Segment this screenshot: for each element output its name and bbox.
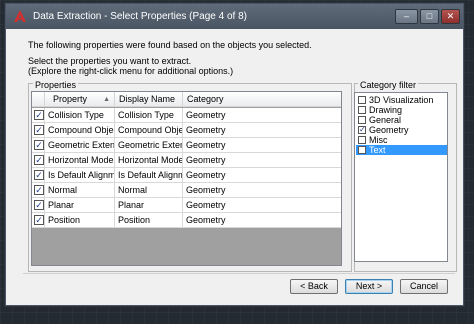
cell-property: Compound Objec...: [45, 123, 115, 138]
autocad-logo-icon: [14, 10, 26, 22]
table-header: Property ▲ Display Name Category: [32, 92, 341, 107]
properties-group-label: Properties: [33, 80, 79, 90]
cell-category: Geometry: [183, 123, 341, 138]
cell-category: Geometry: [183, 213, 341, 228]
cell-category: Geometry: [183, 108, 341, 123]
row-checkbox[interactable]: ✓: [34, 200, 44, 210]
header-checkbox-column: [32, 92, 45, 107]
category-item[interactable]: Misc: [356, 135, 447, 145]
category-checkbox[interactable]: [358, 136, 366, 144]
table-row[interactable]: ✓ Normal Normal Geometry: [32, 183, 341, 198]
sort-ascending-icon: ▲: [103, 96, 110, 103]
row-checkbox[interactable]: ✓: [34, 140, 44, 150]
back-button[interactable]: < Back: [290, 279, 338, 294]
divider: [23, 273, 455, 274]
hint-text: (Explore the right-click menu for additi…: [28, 66, 234, 76]
row-checkbox[interactable]: ✓: [34, 215, 44, 225]
maximize-button[interactable]: □: [420, 9, 439, 24]
row-checkbox[interactable]: ✓: [34, 185, 44, 195]
minimize-button[interactable]: –: [395, 9, 418, 24]
category-item[interactable]: General: [356, 115, 447, 125]
instruction-text: Select the properties you want to extrac…: [28, 56, 192, 66]
cell-category: Geometry: [183, 183, 341, 198]
category-filter-list: 3D Visualization Drawing General ✓ Geome…: [354, 92, 448, 262]
header-property[interactable]: Property ▲: [45, 92, 115, 107]
category-item[interactable]: Drawing: [356, 105, 447, 115]
properties-table: Property ▲ Display Name Category ✓ Colli…: [31, 91, 342, 266]
row-checkbox[interactable]: ✓: [34, 170, 44, 180]
cell-property: Horizontal Mode: [45, 153, 115, 168]
category-checkbox[interactable]: [358, 116, 366, 124]
intro-text: The following properties were found base…: [28, 40, 312, 50]
category-item-selected[interactable]: Text: [356, 145, 447, 155]
row-checkbox[interactable]: ✓: [34, 110, 44, 120]
cell-display-name[interactable]: Position: [115, 213, 183, 228]
cell-property: Position: [45, 213, 115, 228]
cell-display-name[interactable]: Planar: [115, 198, 183, 213]
category-filter-label: Category filter: [358, 80, 419, 90]
cell-category: Geometry: [183, 153, 341, 168]
cell-property: Planar: [45, 198, 115, 213]
row-checkbox[interactable]: ✓: [34, 125, 44, 135]
category-item[interactable]: ✓ Geometry: [356, 125, 447, 135]
category-label: Drawing: [369, 105, 403, 115]
cell-display-name[interactable]: Is Default Alignm...: [115, 168, 183, 183]
cell-display-name[interactable]: Geometric Extents: [115, 138, 183, 153]
cell-category: Geometry: [183, 138, 341, 153]
row-checkbox[interactable]: ✓: [34, 155, 44, 165]
cell-display-name[interactable]: Horizontal Mode: [115, 153, 183, 168]
category-checkbox[interactable]: ✓: [358, 126, 366, 134]
header-category[interactable]: Category: [183, 92, 341, 107]
table-row[interactable]: ✓ Geometric Extents Geometric Extents Ge…: [32, 138, 341, 153]
category-checkbox[interactable]: [358, 146, 366, 154]
table-row[interactable]: ✓ Is Default Alignm... Is Default Alignm…: [32, 168, 341, 183]
table-row[interactable]: ✓ Position Position Geometry: [32, 213, 341, 228]
header-property-label: Property: [53, 94, 88, 104]
category-checkbox[interactable]: [358, 96, 366, 104]
category-label: General: [369, 115, 402, 125]
header-display-name[interactable]: Display Name: [115, 92, 183, 107]
category-item[interactable]: 3D Visualization: [356, 95, 447, 105]
title-bar[interactable]: Data Extraction - Select Properties (Pag…: [6, 4, 463, 29]
table-row[interactable]: ✓ Horizontal Mode Horizontal Mode Geomet…: [32, 153, 341, 168]
category-checkbox[interactable]: [358, 106, 366, 114]
category-label: Geometry: [369, 125, 409, 135]
category-label: Misc: [369, 135, 388, 145]
cell-property: Collision Type: [45, 108, 115, 123]
category-label: 3D Visualization: [369, 95, 434, 105]
window-title: Data Extraction - Select Properties (Pag…: [33, 11, 247, 22]
cell-property: Is Default Alignm...: [45, 168, 115, 183]
cell-display-name[interactable]: Compound Objec...: [115, 123, 183, 138]
cell-property: Normal: [45, 183, 115, 198]
table-row[interactable]: ✓ Collision Type Collision Type Geometry: [32, 108, 341, 123]
cell-category: Geometry: [183, 198, 341, 213]
next-button[interactable]: Next >: [345, 279, 393, 294]
cell-display-name[interactable]: Normal: [115, 183, 183, 198]
cell-category: Geometry: [183, 168, 341, 183]
cell-property: Geometric Extents: [45, 138, 115, 153]
table-row[interactable]: ✓ Planar Planar Geometry: [32, 198, 341, 213]
close-button[interactable]: ✕: [441, 9, 460, 24]
data-extraction-dialog: Data Extraction - Select Properties (Pag…: [5, 3, 464, 306]
category-label: Text: [369, 145, 386, 155]
cell-display-name[interactable]: Collision Type: [115, 108, 183, 123]
table-row[interactable]: ✓ Compound Objec... Compound Objec... Ge…: [32, 123, 341, 138]
cancel-button[interactable]: Cancel: [400, 279, 448, 294]
